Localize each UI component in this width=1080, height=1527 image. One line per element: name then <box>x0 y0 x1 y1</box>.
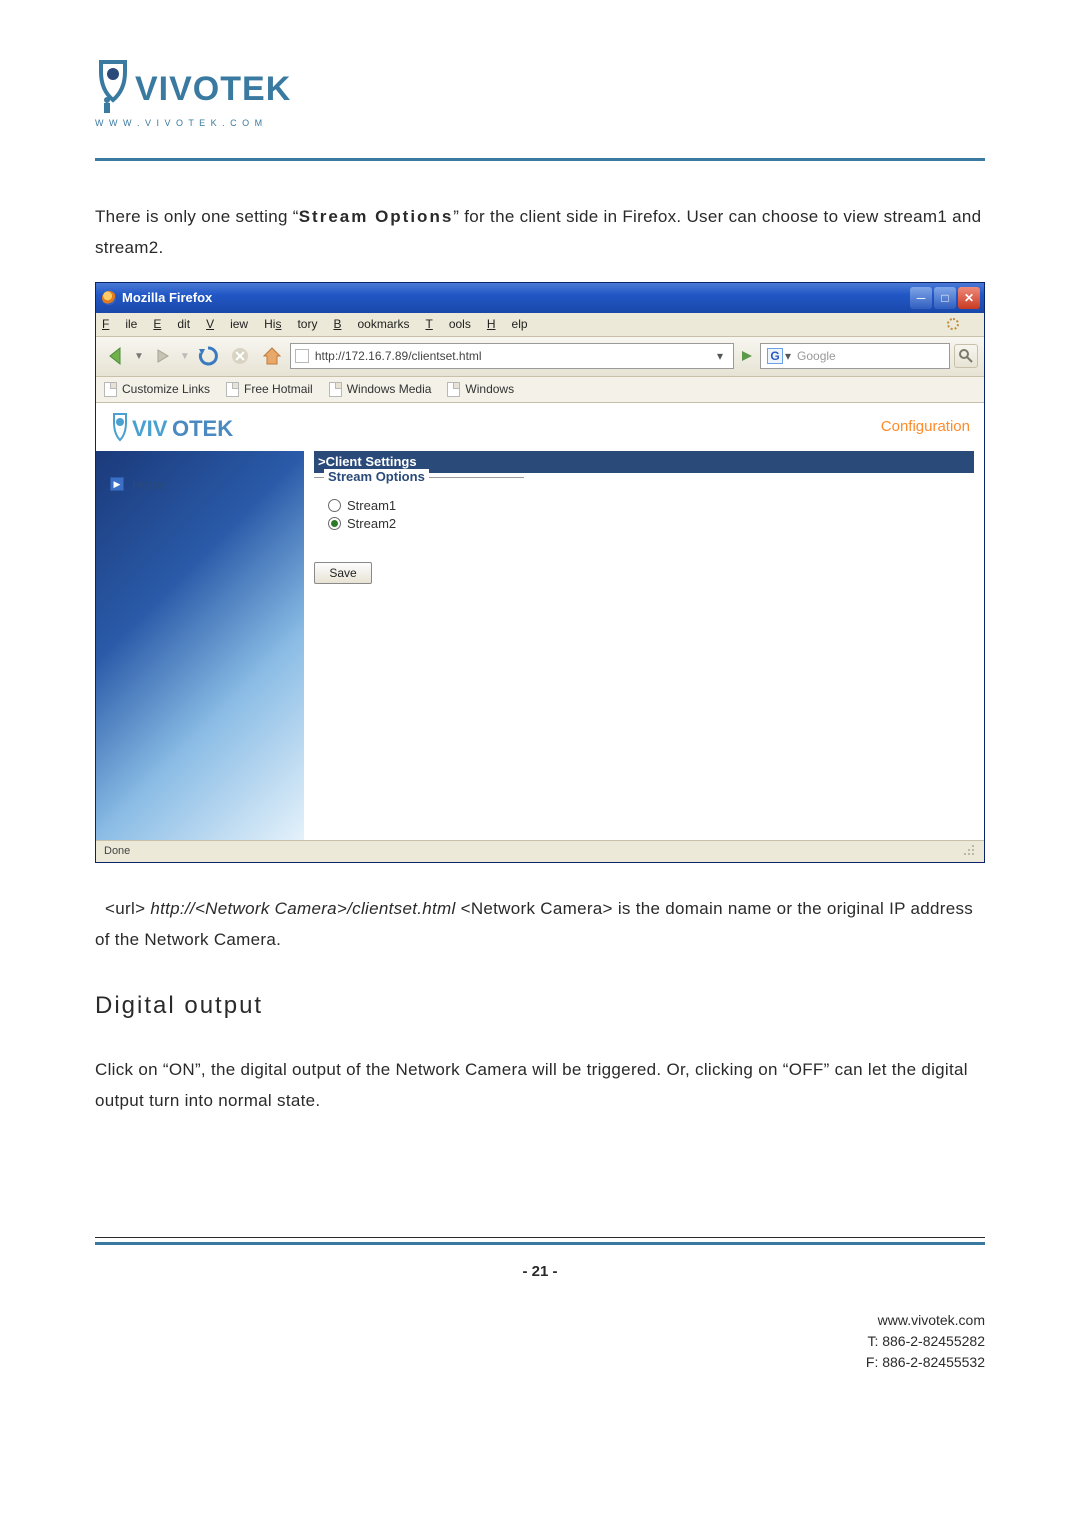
bookmark-free-hotmail[interactable]: Free Hotmail <box>226 382 313 397</box>
bookmark-label: Free Hotmail <box>244 382 313 396</box>
search-box[interactable]: G ▾ Google <box>760 343 950 369</box>
back-dropdown-icon[interactable]: ▼ <box>134 351 144 362</box>
menu-tools[interactable]: Tools <box>425 317 470 331</box>
svg-text:VIVOTEK: VIVOTEK <box>135 70 291 108</box>
arrow-right-icon: ▶ <box>110 477 124 491</box>
stream-options-fieldset: Stream Options Stream1 Stream2 <box>314 477 524 548</box>
stop-button[interactable] <box>226 342 254 370</box>
throbber-icon <box>944 315 962 333</box>
url-note-paragraph: <url> http://<Network Camera>/clientset.… <box>95 893 985 956</box>
radio-stream1[interactable]: Stream1 <box>328 498 510 513</box>
back-button[interactable] <box>102 342 130 370</box>
page-icon <box>104 382 117 397</box>
page-icon <box>329 382 342 397</box>
forward-button[interactable] <box>148 342 176 370</box>
minimize-button[interactable]: ─ <box>910 287 932 309</box>
search-go-button[interactable] <box>954 344 978 368</box>
search-engine-dropdown-icon[interactable]: ▾ <box>785 349 791 363</box>
firefox-window: Mozilla Firefox ─ □ ✕ File Edit View His… <box>95 282 985 863</box>
footer-rule-thick <box>95 1242 985 1245</box>
url-note-lead: <url> <box>105 899 150 918</box>
page-favicon-icon <box>295 349 309 363</box>
configuration-link[interactable]: Configuration <box>881 418 970 435</box>
sidebar-item-home[interactable]: ▶ Home <box>110 477 290 492</box>
menu-file[interactable]: File <box>102 317 137 331</box>
url-text: http://172.16.7.89/clientset.html <box>315 349 482 363</box>
resize-grip-icon[interactable] <box>962 843 976 860</box>
footer-tel: T: 886-2-82455282 <box>95 1331 985 1352</box>
page-number: - 21 - <box>95 1263 985 1280</box>
bookmark-label: Windows Media <box>347 382 432 396</box>
bookmark-windows-media[interactable]: Windows Media <box>329 382 432 397</box>
close-button[interactable]: ✕ <box>958 287 980 309</box>
fieldset-legend: Stream Options <box>324 469 429 484</box>
logo-url-line: W W W . V I V O T E K . C O M <box>95 118 985 128</box>
svg-text:OTEK: OTEK <box>172 416 233 441</box>
menu-view[interactable]: View <box>206 317 248 331</box>
footer-site: www.vivotek.com <box>95 1310 985 1331</box>
firefox-icon <box>102 291 116 305</box>
menu-history[interactable]: History <box>264 317 317 331</box>
url-dropdown-icon[interactable]: ▾ <box>711 349 729 363</box>
header-rule <box>95 158 985 161</box>
menu-help[interactable]: Help <box>487 317 528 331</box>
status-text: Done <box>104 845 130 857</box>
footer-contact: www.vivotek.com T: 886-2-82455282 F: 886… <box>95 1310 985 1373</box>
reload-button[interactable] <box>194 342 222 370</box>
menu-bar: File Edit View History Bookmarks Tools H… <box>96 313 984 337</box>
footer-fax: F: 886-2-82455532 <box>95 1352 985 1373</box>
search-placeholder: Google <box>797 349 836 363</box>
page-vivotek-logo: VIV OTEK <box>110 410 270 444</box>
menu-edit[interactable]: Edit <box>153 317 190 331</box>
forward-dropdown-icon[interactable]: ▼ <box>180 351 190 362</box>
go-button[interactable] <box>738 347 756 365</box>
maximize-button[interactable]: □ <box>934 287 956 309</box>
radio-icon <box>328 499 341 512</box>
intro-strong: Stream Options <box>299 207 454 226</box>
page-icon <box>447 382 460 397</box>
nav-toolbar: ▼ ▼ http://172.16.7.89/clientset.html ▾ … <box>96 337 984 377</box>
radio-checked-icon <box>328 517 341 530</box>
digital-output-paragraph: Click on “ON”, the digital output of the… <box>95 1054 985 1117</box>
bookmark-label: Customize Links <box>122 382 210 396</box>
radio-label: Stream1 <box>347 498 396 513</box>
intro-lead: There is only one setting “ <box>95 207 299 226</box>
menu-bookmarks[interactable]: Bookmarks <box>333 317 409 331</box>
sidebar-item-label: Home <box>132 477 167 492</box>
window-titlebar[interactable]: Mozilla Firefox ─ □ ✕ <box>96 283 984 313</box>
bookmarks-toolbar: Customize Links Free Hotmail Windows Med… <box>96 377 984 403</box>
window-title: Mozilla Firefox <box>122 290 908 305</box>
page-icon <box>226 382 239 397</box>
bookmark-customize-links[interactable]: Customize Links <box>104 382 210 397</box>
url-bar[interactable]: http://172.16.7.89/clientset.html ▾ <box>290 343 734 369</box>
footer-rule-thin <box>95 1237 985 1238</box>
url-note-italic: http://<Network Camera>/clientset.html <box>150 899 455 918</box>
svg-text:VIV: VIV <box>132 416 168 441</box>
radio-stream2[interactable]: Stream2 <box>328 516 510 531</box>
radio-label: Stream2 <box>347 516 396 531</box>
section-heading-digital-output: Digital output <box>95 992 985 1020</box>
bookmark-label: Windows <box>465 382 514 396</box>
bookmark-windows[interactable]: Windows <box>447 382 514 397</box>
intro-paragraph: There is only one setting “Stream Option… <box>95 201 985 264</box>
left-sidebar: ▶ Home <box>96 451 304 840</box>
vivotek-logo: VIVOTEK W W W . V I V O T E K . C O M <box>95 60 985 128</box>
page-header-row: VIV OTEK Configuration <box>96 403 984 451</box>
status-bar: Done <box>96 840 984 862</box>
google-engine-icon[interactable]: G <box>767 348 783 364</box>
save-button[interactable]: Save <box>314 562 372 584</box>
main-panel: >Client Settings Stream Options Stream1 … <box>304 451 984 840</box>
home-button[interactable] <box>258 342 286 370</box>
